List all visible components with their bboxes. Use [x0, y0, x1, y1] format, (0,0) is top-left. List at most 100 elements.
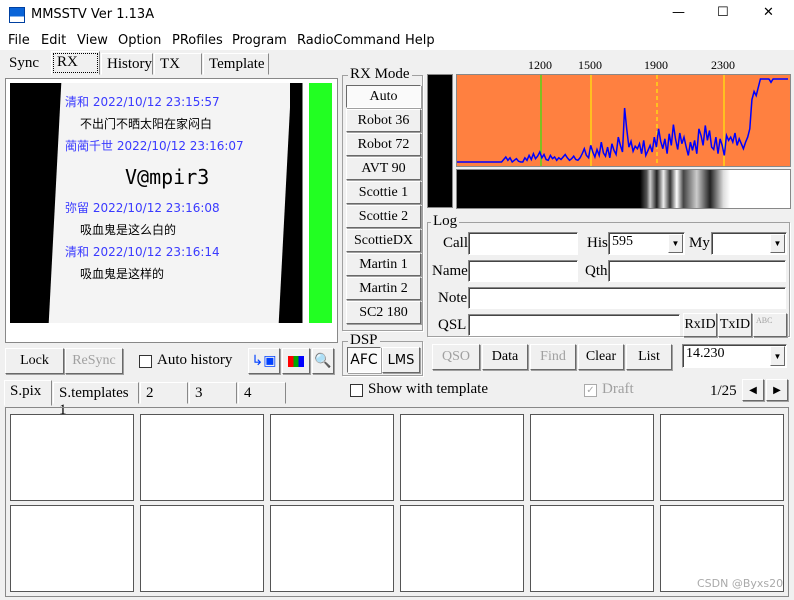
- menu-profiles[interactable]: PRofiles: [172, 33, 223, 48]
- tab-sync[interactable]: Sync: [4, 53, 50, 75]
- name-input[interactable]: [468, 260, 578, 282]
- app-icon: [9, 7, 25, 23]
- rx-mode-scottiedx[interactable]: ScottieDX: [346, 229, 421, 252]
- picture-slot[interactable]: [270, 414, 394, 501]
- chevron-down-icon[interactable]: ▼: [770, 346, 785, 366]
- menu-option[interactable]: Option: [118, 33, 161, 48]
- picture-slot[interactable]: [10, 505, 134, 592]
- freq-label-1200: 1200: [528, 58, 552, 72]
- zoom-magnifier-icon[interactable]: 🔍: [312, 348, 334, 374]
- tab-template[interactable]: Template: [203, 53, 269, 75]
- rx-picture-line: 不出门不晒太阳在家闷白: [80, 117, 213, 131]
- menu-radiocommand[interactable]: RadioCommand: [297, 33, 400, 48]
- rx-mode-title: RX Mode: [348, 66, 412, 83]
- abc-button[interactable]: ABC: [753, 313, 787, 337]
- tab-history[interactable]: History: [101, 53, 153, 75]
- rx-picture-line: 吸血鬼是这么白的: [80, 223, 177, 237]
- freq-label-2300: 2300: [711, 58, 735, 72]
- rx-mode-scottie-2[interactable]: Scottie 2: [346, 205, 421, 228]
- txid-button[interactable]: TxID: [718, 313, 752, 337]
- freq-label-1900: 1900: [644, 58, 668, 72]
- chevron-down-icon[interactable]: ▼: [668, 234, 683, 253]
- rx-picture: 清和 2022/10/12 23:15:57 不出门不晒太阳在家闷白 蔺蔺千世 20…: [10, 83, 332, 323]
- qth-label: Qth: [585, 263, 608, 279]
- color-bar-icon[interactable]: [282, 348, 310, 374]
- show-with-template-checkbox[interactable]: [350, 384, 363, 397]
- watermark: CSDN @Byxs20: [697, 577, 784, 590]
- rx-mode-martin-1[interactable]: Martin 1: [346, 253, 421, 276]
- rx-mode-robot-72[interactable]: Robot 72: [346, 133, 421, 156]
- picture-slot[interactable]: [10, 414, 134, 501]
- menu-help[interactable]: Help: [405, 33, 435, 48]
- data-button[interactable]: Data: [482, 344, 528, 370]
- his-label: His: [587, 235, 608, 251]
- freq-label-1500: 1500: [578, 58, 602, 72]
- rx-picture-line: 吸血鬼是这样的: [80, 267, 165, 281]
- rx-picture-text: 清和 2022/10/12 23:15:57 不出门不晒太阳在家闷白 蔺蔺千世 20…: [65, 91, 285, 285]
- tab-4[interactable]: 4: [238, 382, 286, 404]
- auto-history-label: Auto history: [157, 352, 233, 368]
- resync-button[interactable]: ReSync: [65, 348, 123, 374]
- tab-spix[interactable]: S.pix: [4, 380, 52, 406]
- picture-slot[interactable]: [400, 414, 524, 501]
- auto-history-checkbox[interactable]: [139, 355, 152, 368]
- picture-slot[interactable]: [660, 414, 784, 501]
- picture-slot[interactable]: [140, 414, 264, 501]
- next-page-button[interactable]: ▶: [766, 379, 788, 401]
- his-combo[interactable]: 595 ▼: [608, 232, 685, 255]
- menu-bar: File Edit View Option PRofiles Program R…: [0, 30, 794, 50]
- tab-stemplates-1[interactable]: S.templates 1: [53, 382, 139, 418]
- show-with-template-label: Show with template: [368, 381, 488, 397]
- rx-mode-scottie-1[interactable]: Scottie 1: [346, 181, 421, 204]
- rxid-button[interactable]: RxID: [683, 313, 717, 337]
- minimize-button[interactable]: —: [672, 5, 685, 20]
- lock-button[interactable]: Lock: [5, 348, 64, 374]
- window-title: MMSSTV Ver 1.13A: [31, 7, 155, 22]
- clear-button[interactable]: Clear: [578, 344, 624, 370]
- qth-input[interactable]: [608, 260, 786, 282]
- qso-button[interactable]: QSO: [432, 344, 480, 370]
- rx-picture-line: 弥留 2022/10/12 23:16:08: [65, 201, 220, 215]
- find-button[interactable]: Find: [530, 344, 576, 370]
- picture-slot[interactable]: [530, 505, 654, 592]
- tab-rx[interactable]: RX: [51, 51, 100, 75]
- rx-mode-robot-36[interactable]: Robot 36: [346, 109, 421, 132]
- picture-slot[interactable]: [140, 505, 264, 592]
- picture-slot[interactable]: [270, 505, 394, 592]
- menu-file[interactable]: File: [8, 33, 30, 48]
- tab-3[interactable]: 3: [189, 382, 237, 404]
- draft-label: Draft: [602, 381, 634, 397]
- tab-tx[interactable]: TX: [154, 53, 202, 75]
- close-button[interactable]: ✕: [763, 5, 774, 20]
- qsl-input[interactable]: [468, 314, 680, 336]
- rx-picture-line: 蔺蔺千世 2022/10/12 23:16:07: [65, 139, 244, 153]
- waterfall-display[interactable]: [456, 169, 791, 209]
- frequency-combo[interactable]: 14.230 ▼: [682, 344, 787, 368]
- chevron-down-icon[interactable]: ▼: [770, 234, 785, 253]
- picture-slot[interactable]: [530, 414, 654, 501]
- lms-button[interactable]: LMS: [382, 347, 420, 373]
- rx-mode-sc2-180[interactable]: SC2 180: [346, 301, 421, 324]
- rx-mode-auto[interactable]: Auto: [346, 85, 421, 108]
- my-combo[interactable]: ▼: [711, 232, 787, 255]
- rx-mode-avt-90[interactable]: AVT 90: [346, 157, 421, 180]
- picture-slot[interactable]: [400, 505, 524, 592]
- qsl-label: QSL: [438, 317, 467, 333]
- tab-2[interactable]: 2: [140, 382, 188, 404]
- rx-picture-line: 清和 2022/10/12 23:16:14: [65, 245, 220, 259]
- note-input[interactable]: [468, 287, 786, 309]
- menu-view[interactable]: View: [77, 33, 108, 48]
- call-input[interactable]: [468, 232, 578, 255]
- spectrum-display[interactable]: [456, 74, 791, 167]
- afc-button[interactable]: AFC: [347, 347, 381, 373]
- menu-program[interactable]: Program: [232, 33, 287, 48]
- prev-page-button[interactable]: ◀: [742, 379, 764, 401]
- maximize-button[interactable]: ☐: [717, 5, 729, 20]
- menu-edit[interactable]: Edit: [41, 33, 66, 48]
- page-indicator: 1/25: [710, 383, 737, 399]
- copy-to-history-icon[interactable]: ↳▣: [248, 348, 280, 374]
- list-button[interactable]: List: [626, 344, 672, 370]
- rx-mode-martin-2[interactable]: Martin 2: [346, 277, 421, 300]
- rx-picture-line: V@mpir3: [125, 165, 210, 189]
- draft-checkbox[interactable]: ✓: [584, 384, 597, 397]
